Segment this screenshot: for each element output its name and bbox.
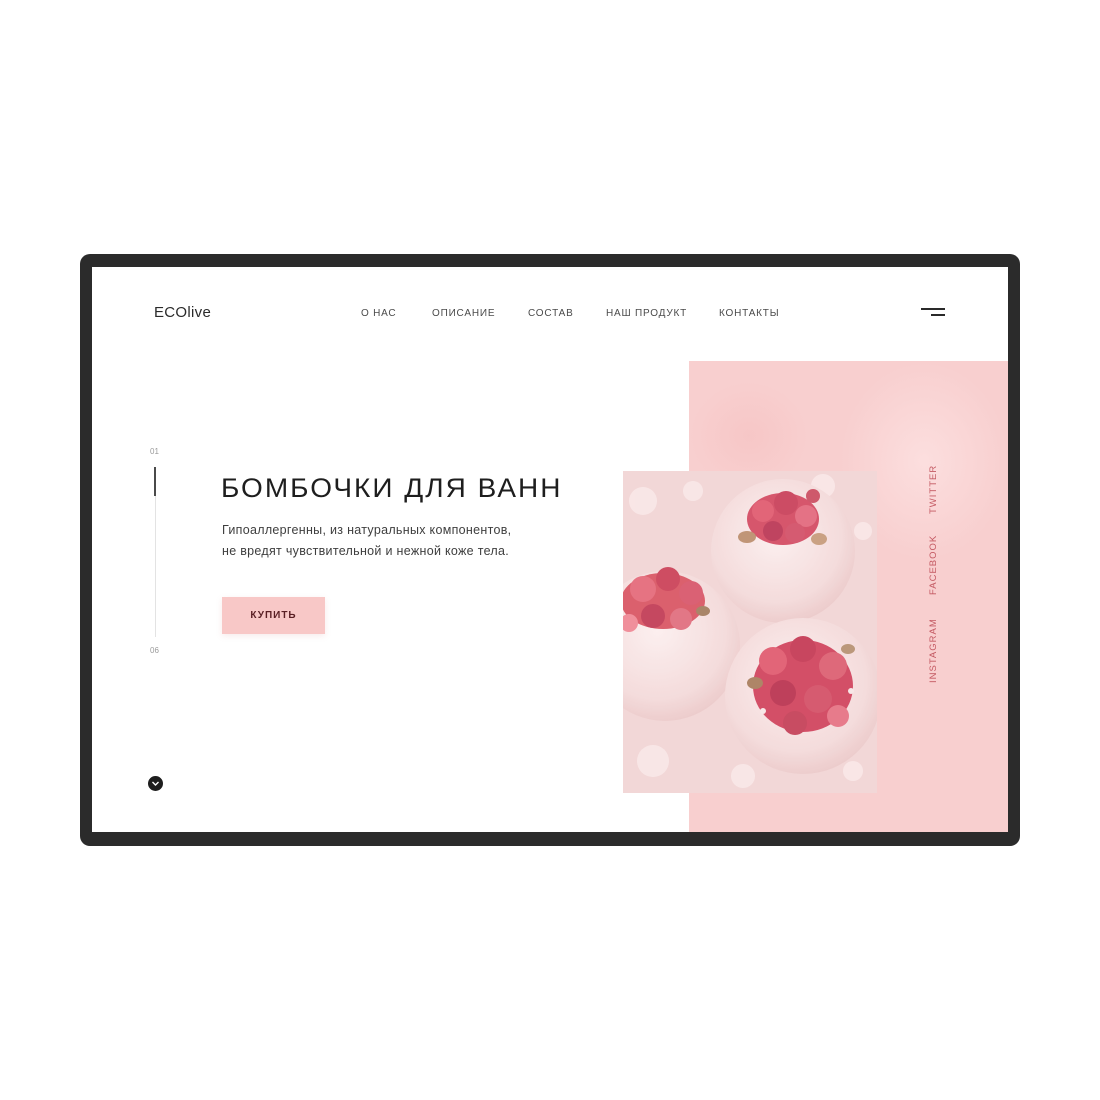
nav-item-composition[interactable]: СОСТАВ <box>528 308 574 319</box>
nav-item-product[interactable]: НАШ ПРОДУКТ <box>606 308 687 319</box>
monitor-frame: ECOlive О НАС ОПИСАНИЕ СОСТАВ НАШ ПРОДУК… <box>80 254 1020 846</box>
buy-button[interactable]: КУПИТЬ <box>222 597 325 634</box>
pager-current: 01 <box>150 447 159 456</box>
pager-total: 06 <box>150 646 159 655</box>
hero-description: Гипоаллергенны, из натуральных компонент… <box>222 520 511 562</box>
nav-item-about[interactable]: О НАС <box>361 308 396 319</box>
pager-thumb[interactable] <box>154 467 156 496</box>
nav-item-description[interactable]: ОПИСАНИЕ <box>432 308 495 319</box>
hero-title: БОМБОЧКИ ДЛЯ ВАНН <box>221 473 563 503</box>
social-link-twitter[interactable]: TWITTER <box>928 465 939 514</box>
nav-item-contacts[interactable]: КОНТАКТЫ <box>719 308 779 319</box>
hamburger-icon[interactable] <box>921 306 945 318</box>
chevron-down-icon <box>152 781 159 786</box>
product-photo <box>623 471 877 793</box>
main-nav: О НАС ОПИСАНИЕ СОСТАВ НАШ ПРОДУКТ КОНТАК… <box>92 308 1008 322</box>
social-link-facebook[interactable]: FACEBOOK <box>928 535 939 595</box>
scroll-down-button[interactable] <box>148 776 163 791</box>
hero-description-line-1: Гипоаллергенны, из натуральных компонент… <box>222 523 512 537</box>
social-link-instagram[interactable]: INSTAGRAM <box>928 618 939 683</box>
hero-description-line-2: не вредят чувствительной и нежной коже т… <box>222 544 510 558</box>
landing-page: ECOlive О НАС ОПИСАНИЕ СОСТАВ НАШ ПРОДУК… <box>92 267 1008 832</box>
